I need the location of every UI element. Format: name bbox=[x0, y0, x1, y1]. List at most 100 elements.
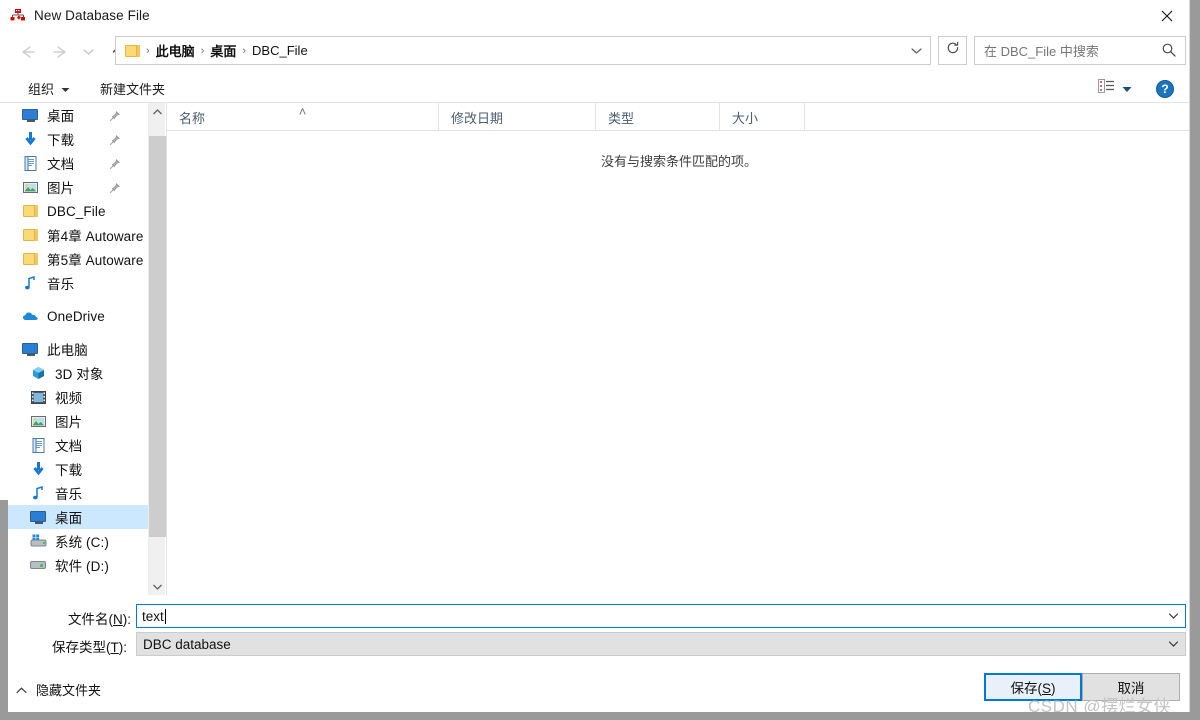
sidebar-scrollbar[interactable] bbox=[148, 103, 166, 595]
scroll-down-chevron-down-icon[interactable] bbox=[149, 578, 166, 595]
save-label-post: ) bbox=[1051, 681, 1056, 696]
pin-icon[interactable] bbox=[109, 181, 120, 199]
sidebar-item-drive-d[interactable]: 软件 (D:) bbox=[0, 553, 148, 577]
sidebar-item-music[interactable]: 音乐 bbox=[0, 481, 148, 505]
filetype-label-post: ): bbox=[118, 640, 127, 655]
sort-ascending-icon: ˄ bbox=[298, 104, 307, 119]
arrow-left-icon[interactable] bbox=[14, 39, 40, 65]
column-header-size[interactable]: 大小 bbox=[720, 103, 805, 131]
sidebar-item-downloads[interactable]: 下载 bbox=[0, 457, 148, 481]
pin-icon[interactable] bbox=[109, 109, 120, 127]
column-label: 名称 bbox=[179, 110, 206, 126]
filetype-chevron-down-icon[interactable] bbox=[1161, 633, 1185, 655]
sidebar-item-chapter5-autoware[interactable]: 第5章 Autoware bbox=[0, 247, 148, 271]
pin-icon[interactable] bbox=[109, 133, 120, 151]
downloads-icon bbox=[22, 131, 39, 148]
chevron-down-icon bbox=[61, 81, 70, 96]
downloads-icon bbox=[30, 461, 47, 478]
3d-objects-icon bbox=[30, 365, 47, 382]
help-icon[interactable]: ? bbox=[1156, 79, 1174, 98]
sidebar-item-pictures-quick[interactable]: 图片 bbox=[0, 175, 148, 199]
desktop-icon bbox=[22, 107, 39, 124]
view-options-button[interactable] bbox=[1098, 79, 1132, 98]
filename-label-pre: 文件名( bbox=[68, 612, 113, 627]
search-placeholder: 在 DBC_File 中搜索 bbox=[984, 44, 1099, 59]
hide-folders-label: 隐藏文件夹 bbox=[36, 683, 102, 698]
sidebar-item-label: 第4章 Autoware bbox=[47, 229, 144, 244]
save-button-label: 保存(S) bbox=[1010, 677, 1055, 697]
sidebar-item-chapter4-autoware[interactable]: 第4章 Autoware bbox=[0, 223, 148, 247]
search-icon[interactable] bbox=[1161, 42, 1177, 63]
sidebar-item-desktop-quick[interactable]: 桌面 bbox=[0, 103, 148, 127]
search-input[interactable]: 在 DBC_File 中搜索 bbox=[974, 36, 1186, 65]
close-icon[interactable] bbox=[1144, 0, 1190, 31]
database-diagram-icon bbox=[10, 8, 26, 24]
file-list-pane[interactable]: ˄ 名称 修改日期 类型 大小 没有与搜索条件匹配的项。 bbox=[166, 103, 1191, 595]
documents-icon bbox=[30, 437, 47, 454]
filetype-value: DBC database bbox=[143, 636, 231, 652]
sidebar-item-desktop[interactable]: 桌面 bbox=[0, 505, 148, 529]
address-chevron-down-icon[interactable] bbox=[902, 37, 930, 64]
music-icon bbox=[30, 485, 47, 502]
command-toolbar: 组织 新建文件夹 ? bbox=[0, 74, 1190, 103]
sidebar-item-label: 音乐 bbox=[47, 277, 75, 292]
sidebar-item-this-pc[interactable]: 此电脑 bbox=[0, 337, 148, 361]
sidebar-item-music-quick[interactable]: 音乐 bbox=[0, 271, 148, 295]
filename-chevron-down-icon[interactable] bbox=[1161, 605, 1185, 627]
sidebar-item-label: 音乐 bbox=[55, 487, 83, 502]
sidebar-item-onedrive[interactable]: OneDrive bbox=[0, 304, 148, 328]
sidebar-item-label: OneDrive bbox=[47, 308, 105, 324]
window-frame-bottom bbox=[0, 712, 1200, 720]
toolbar-right-group: ? bbox=[1098, 74, 1182, 103]
filename-input[interactable]: text bbox=[136, 604, 1186, 628]
column-header-date-modified[interactable]: 修改日期 bbox=[439, 103, 596, 131]
view-chevron-down-icon[interactable] bbox=[1122, 80, 1132, 98]
recent-locations-chevron-down-icon[interactable] bbox=[79, 39, 97, 65]
save-button[interactable]: 保存(S) bbox=[984, 673, 1082, 701]
drive-icon bbox=[30, 557, 47, 574]
refresh-button[interactable] bbox=[938, 36, 967, 65]
breadcrumb-item-2[interactable]: DBC_File bbox=[248, 43, 312, 58]
sidebar-item-label: 文档 bbox=[55, 439, 83, 454]
sidebar-item-system-drive-c[interactable]: 系统 (C:) bbox=[0, 529, 148, 553]
pin-icon[interactable] bbox=[109, 157, 120, 175]
sidebar-item-label: 文档 bbox=[47, 157, 75, 172]
folder-icon bbox=[22, 227, 39, 244]
sidebar-item-downloads-quick[interactable]: 下载 bbox=[0, 127, 148, 151]
filename-label-post: ): bbox=[122, 612, 131, 627]
address-bar[interactable]: › 此电脑 › 桌面 › DBC_File bbox=[115, 36, 931, 65]
column-header-name[interactable]: ˄ 名称 bbox=[167, 103, 439, 131]
desktop-icon bbox=[30, 509, 47, 526]
folder-icon bbox=[22, 203, 39, 220]
sidebar-item-documents-quick[interactable]: 文档 bbox=[0, 151, 148, 175]
sidebar-item-documents[interactable]: 文档 bbox=[0, 433, 148, 457]
pictures-icon bbox=[30, 413, 47, 430]
sidebar-item-videos[interactable]: 视频 bbox=[0, 385, 148, 409]
filename-label: 文件名(N): bbox=[68, 608, 131, 628]
file-save-dialog: New Database File › 此电脑 › 桌面 › DBC_File … bbox=[0, 0, 1200, 720]
sidebar-item-label: 桌面 bbox=[55, 511, 83, 526]
column-header-type[interactable]: 类型 bbox=[596, 103, 720, 131]
filetype-select[interactable]: DBC database bbox=[136, 632, 1186, 656]
window-frame-right bbox=[1190, 0, 1200, 720]
cancel-button[interactable]: 取消 bbox=[1082, 673, 1180, 701]
filetype-label: 保存类型(T): bbox=[52, 636, 127, 656]
arrow-right-icon[interactable] bbox=[48, 39, 74, 65]
cancel-button-label: 取消 bbox=[1117, 681, 1145, 696]
sidebar-item-label: 第5章 Autoware bbox=[47, 253, 144, 268]
system-drive-icon bbox=[30, 533, 47, 550]
organize-label: 组织 bbox=[28, 81, 55, 97]
scroll-up-chevron-up-icon[interactable] bbox=[149, 103, 166, 120]
sidebar-item-3d-objects[interactable]: 3D 对象 bbox=[0, 361, 148, 385]
sidebar-item-label: 图片 bbox=[55, 415, 83, 430]
videos-icon bbox=[30, 389, 47, 406]
organize-button[interactable]: 组织 bbox=[22, 76, 76, 100]
save-label-accesskey: S bbox=[1041, 681, 1051, 696]
breadcrumb-item-1[interactable]: 桌面 bbox=[206, 41, 240, 60]
scrollbar-thumb[interactable] bbox=[149, 136, 166, 537]
breadcrumb-item-0[interactable]: 此电脑 bbox=[152, 41, 199, 60]
hide-folders-toggle[interactable]: 隐藏文件夹 bbox=[16, 680, 101, 699]
sidebar-item-pictures[interactable]: 图片 bbox=[0, 409, 148, 433]
new-folder-button[interactable]: 新建文件夹 bbox=[94, 76, 171, 100]
sidebar-item-dbc-file[interactable]: DBC_File bbox=[0, 199, 148, 223]
